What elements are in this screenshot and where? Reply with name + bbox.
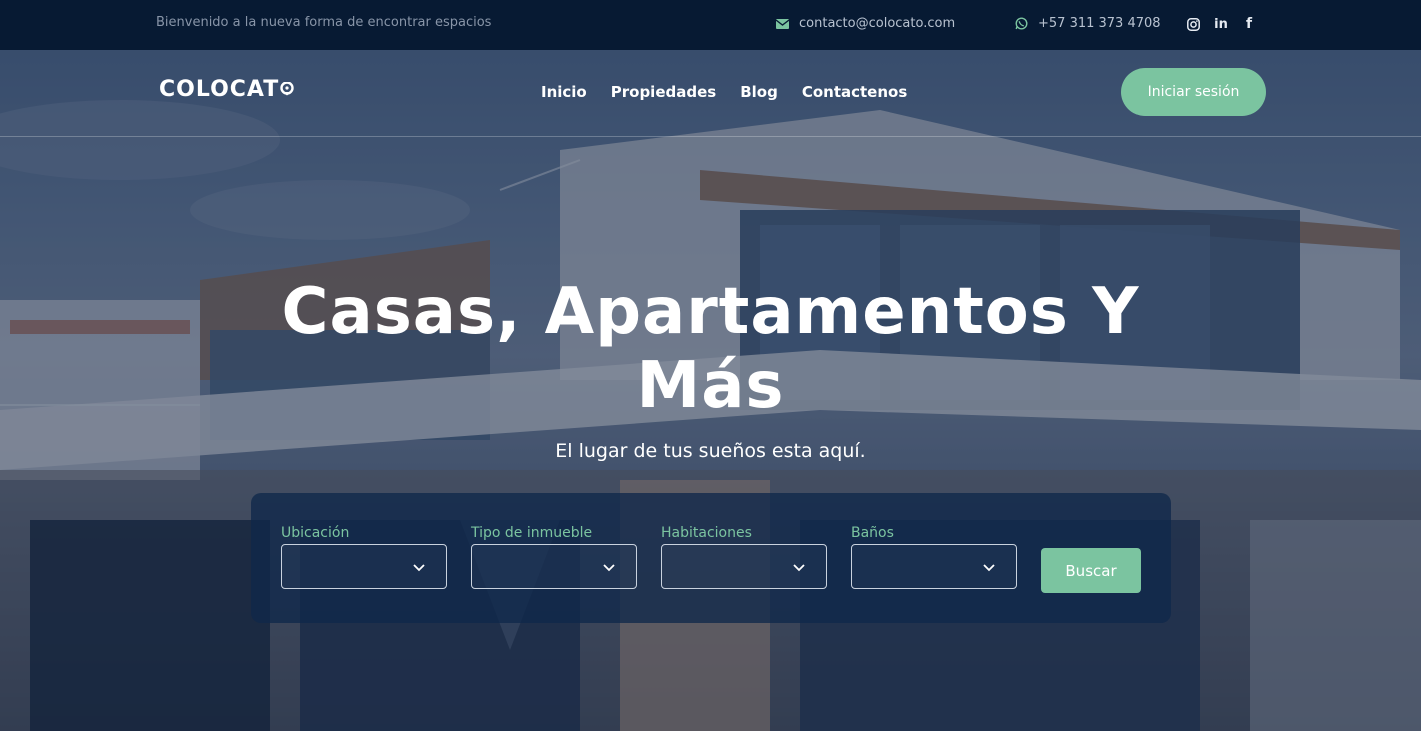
field-habitaciones: Habitaciones bbox=[661, 525, 827, 589]
field-tipo-inmueble: Tipo de inmueble bbox=[471, 525, 637, 589]
chevron-down-icon bbox=[793, 564, 805, 572]
facebook-icon[interactable]: f bbox=[1242, 16, 1256, 32]
envelope-icon bbox=[775, 17, 789, 31]
search-button[interactable]: Buscar bbox=[1041, 548, 1141, 593]
instagram-icon[interactable] bbox=[1186, 17, 1200, 31]
field-label: Ubicación bbox=[281, 525, 350, 541]
chevron-down-icon bbox=[603, 564, 615, 572]
field-label: Baños bbox=[851, 525, 894, 541]
field-label: Habitaciones bbox=[661, 525, 752, 541]
hero-title-line2: Más bbox=[636, 349, 785, 423]
map-pin-icon bbox=[280, 80, 294, 95]
select-ubicacion[interactable] bbox=[281, 544, 447, 589]
whatsapp-icon bbox=[1014, 17, 1028, 31]
select-tipo-inmueble[interactable] bbox=[471, 544, 637, 589]
nav-link-contactenos[interactable]: Contactenos bbox=[802, 83, 907, 101]
phone-text: +57 311 373 4708 bbox=[1038, 16, 1161, 31]
logo[interactable]: COLOCAT bbox=[159, 77, 294, 102]
hero-title: Casas, Apartamentos Y Más bbox=[0, 275, 1421, 423]
field-ubicacion: Ubicación bbox=[281, 525, 447, 589]
nav-link-inicio[interactable]: Inicio bbox=[541, 83, 587, 101]
hero-subtitle: El lugar de tus sueños esta aquí. bbox=[555, 440, 866, 462]
search-panel: Ubicación Tipo de inmueble Habitaciones … bbox=[251, 493, 1171, 623]
select-banos[interactable] bbox=[851, 544, 1017, 589]
nav-menu: Inicio Propiedades Blog Contactenos bbox=[541, 83, 907, 101]
login-button[interactable]: Iniciar sesión bbox=[1121, 68, 1266, 116]
nav-link-propiedades[interactable]: Propiedades bbox=[611, 83, 716, 101]
email-text: contacto@colocato.com bbox=[799, 16, 956, 31]
chevron-down-icon bbox=[983, 564, 995, 572]
field-banos: Baños bbox=[851, 525, 1017, 589]
chevron-down-icon bbox=[413, 564, 425, 572]
nav-link-blog[interactable]: Blog bbox=[740, 83, 778, 101]
main-nav: COLOCAT Inicio Propiedades Blog Contacte… bbox=[0, 50, 1421, 137]
hero-title-line1: Casas, Apartamentos Y bbox=[281, 275, 1140, 349]
select-habitaciones[interactable] bbox=[661, 544, 827, 589]
contact-email[interactable]: contacto@colocato.com bbox=[775, 16, 955, 31]
field-label: Tipo de inmueble bbox=[471, 525, 593, 541]
top-bar: Bienvenido a la nueva forma de encontrar… bbox=[0, 0, 1421, 50]
contact-phone[interactable]: +57 311 373 4708 bbox=[1014, 16, 1161, 31]
logo-text: COLOCAT bbox=[159, 77, 280, 102]
welcome-text: Bienvenido a la nueva forma de encontrar… bbox=[156, 15, 492, 30]
linkedin-icon[interactable]: in bbox=[1214, 17, 1228, 32]
